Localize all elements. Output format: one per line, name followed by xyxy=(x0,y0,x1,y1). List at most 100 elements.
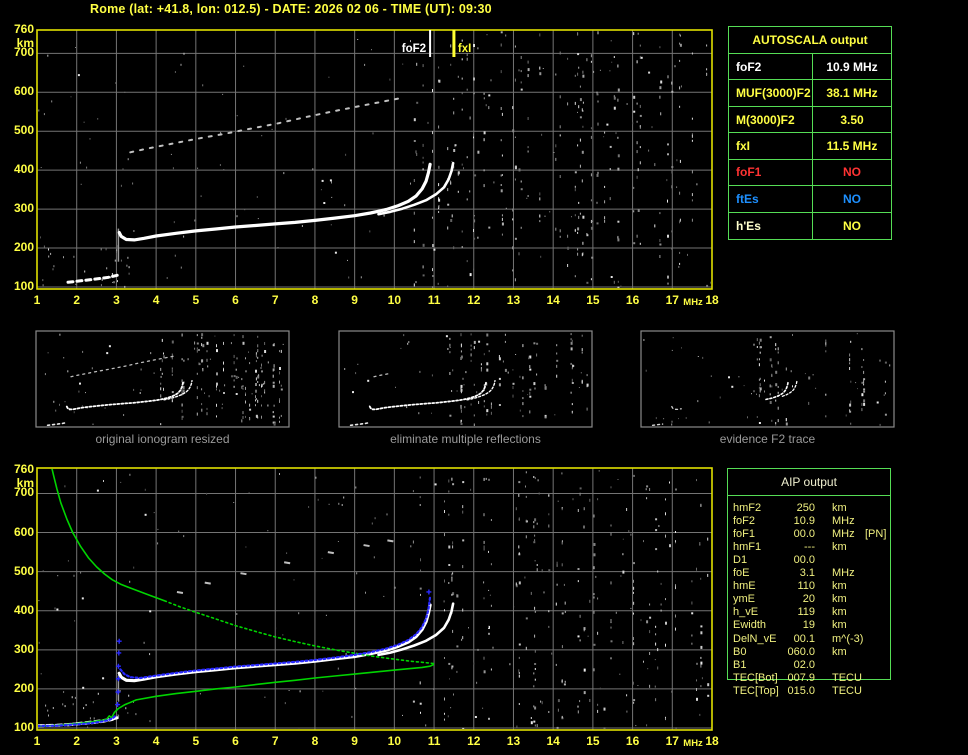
autoscala-table-title: AUTOSCALA output xyxy=(729,27,891,54)
aip-table-row: DelN_vE 00.1 m^(-3) xyxy=(727,633,905,646)
aip-table-row: ymE 20 km xyxy=(727,593,905,606)
x-tick-label: 7 xyxy=(271,734,279,748)
x-tick-label: 11 xyxy=(427,734,441,748)
x-tick-label: 16 xyxy=(625,293,640,307)
aip-param: foF1 xyxy=(733,528,756,541)
aip-unit: TECU xyxy=(832,684,862,697)
x-tick-label: 14 xyxy=(546,293,560,307)
aip-value: 250 xyxy=(796,502,815,514)
autoscala-param-value: 3.50 xyxy=(813,107,891,134)
aip-value: 110 xyxy=(797,580,815,593)
autoscala-param-value: NO xyxy=(813,160,891,187)
x-tick-label: 1 xyxy=(33,293,41,307)
aip-value: 3.1 xyxy=(799,567,815,580)
aip-table-row: hmF1 --- km xyxy=(727,541,905,554)
y-tick-label: 100 xyxy=(13,279,34,293)
aip-unit: km xyxy=(832,580,847,593)
autoscala-param-value: NO xyxy=(843,218,861,233)
y-tick-label: 700 xyxy=(13,485,34,500)
aip-value: 20 xyxy=(802,593,815,606)
aip-value: 00.0 xyxy=(793,528,815,541)
aip-unit: m^(-3) xyxy=(832,632,864,645)
x-tick-label: 12 xyxy=(467,293,481,307)
autoscala-param-value: 10.9 MHz xyxy=(813,54,891,81)
aip-param: h_vE xyxy=(733,606,759,619)
aip-table-row: foF1 00.0 MHz [PN] xyxy=(727,528,905,541)
x-tick-label: 4 xyxy=(152,293,160,307)
x-axis-unit: MHz xyxy=(683,738,703,749)
x-tick-label: 9 xyxy=(351,734,358,748)
marker-label-fxI: fxI xyxy=(458,43,471,55)
y-tick-label: 760 xyxy=(13,462,34,476)
thumbnail-caption-3: evidence F2 trace xyxy=(719,432,816,446)
aip-value: 02.0 xyxy=(793,658,815,671)
y-tick-label: 400 xyxy=(13,162,34,177)
x-tick-label: 10 xyxy=(387,293,402,307)
aip-unit: MHz xyxy=(832,567,855,580)
y-tick-label: 700 xyxy=(13,45,34,60)
aip-param: foE xyxy=(733,567,750,580)
x-tick-label: 13 xyxy=(506,293,521,307)
x-tick-label: 17 xyxy=(665,734,679,748)
aip-table-title: AIP output xyxy=(728,469,890,496)
aip-value: 10.9 xyxy=(793,515,815,528)
aip-table-row: TEC[Bot] 007.9 TECU xyxy=(727,672,905,685)
aip-unit: km xyxy=(832,619,847,632)
x-tick-label: 10 xyxy=(387,734,402,748)
y-tick-label: 600 xyxy=(13,524,34,539)
aip-value: 007.9 xyxy=(787,671,815,684)
y-tick-label: 200 xyxy=(13,680,34,695)
aip-param: B1 xyxy=(733,658,747,671)
y-tick-label: 100 xyxy=(13,720,34,734)
aip-table-row: foE 3.1 MHz xyxy=(727,567,905,580)
aip-param: B0 xyxy=(733,645,747,658)
y-tick-label: 500 xyxy=(13,123,34,138)
x-tick-label: 13 xyxy=(506,734,521,748)
aip-unit: km xyxy=(832,645,847,658)
x-tick-label: 14 xyxy=(546,734,560,748)
x-tick-label: 2 xyxy=(73,734,81,748)
aip-param: D1 xyxy=(733,554,748,567)
y-tick-label: 400 xyxy=(13,602,34,617)
y-tick-label: 300 xyxy=(13,201,34,216)
autoscala-param-value: NO xyxy=(813,186,891,213)
x-tick-label: 5 xyxy=(192,734,200,748)
thumbnail-3 xyxy=(643,333,891,426)
autoscala-param-label: h'Es xyxy=(729,212,813,239)
x-tick-label: 7 xyxy=(271,293,279,307)
aip-table-row: B0 060.0 km xyxy=(727,646,905,659)
x-tick-label: 6 xyxy=(232,734,239,748)
x-axis-unit: MHz xyxy=(683,297,703,308)
x-tick-label: 2 xyxy=(73,293,81,307)
aip-value: 00.1 xyxy=(793,632,815,645)
aip-table-row: hmF2 250 km xyxy=(727,502,905,515)
aip-table-row: foF2 10.9 MHz xyxy=(727,515,905,528)
aip-value: --- xyxy=(804,541,815,554)
autoscala-param-label: ftEs xyxy=(729,186,813,213)
x-tick-label: 11 xyxy=(427,293,441,307)
x-tick-label: 16 xyxy=(625,734,640,748)
x-tick-label: 15 xyxy=(586,293,600,307)
y-tick-label: 600 xyxy=(13,84,34,99)
x-tick-label: 12 xyxy=(467,734,481,748)
aip-param: hmE xyxy=(733,580,756,593)
x-tick-label: 3 xyxy=(113,734,120,748)
autoscala-param-label: fxI xyxy=(729,133,813,160)
aip-table-row: TEC[Top] 015.0 TECU xyxy=(727,685,905,698)
x-tick-label: 8 xyxy=(311,293,319,307)
autoscala-param-label: MUF(3000)F2 xyxy=(729,80,813,107)
aip-table-row: B1 02.0 xyxy=(727,659,905,672)
x-tick-label: 9 xyxy=(351,293,358,307)
autoscala-param-value: 11.5 MHz xyxy=(813,133,891,160)
y-tick-label: 300 xyxy=(13,641,34,656)
aip-unit: MHz xyxy=(832,515,855,528)
aip-value: 119 xyxy=(797,606,815,619)
x-tick-label: 1 xyxy=(33,734,41,748)
aip-table-row: h_vE 119 km xyxy=(727,606,905,619)
aip-value: 015.0 xyxy=(787,684,815,697)
x-tick-label: 17 xyxy=(665,293,679,307)
autoscala-param-label: M(3000)F2 xyxy=(729,106,813,134)
x-tick-label: 6 xyxy=(232,293,239,307)
y-tick-label: 200 xyxy=(13,240,34,255)
aip-note: [PN] xyxy=(865,528,887,541)
